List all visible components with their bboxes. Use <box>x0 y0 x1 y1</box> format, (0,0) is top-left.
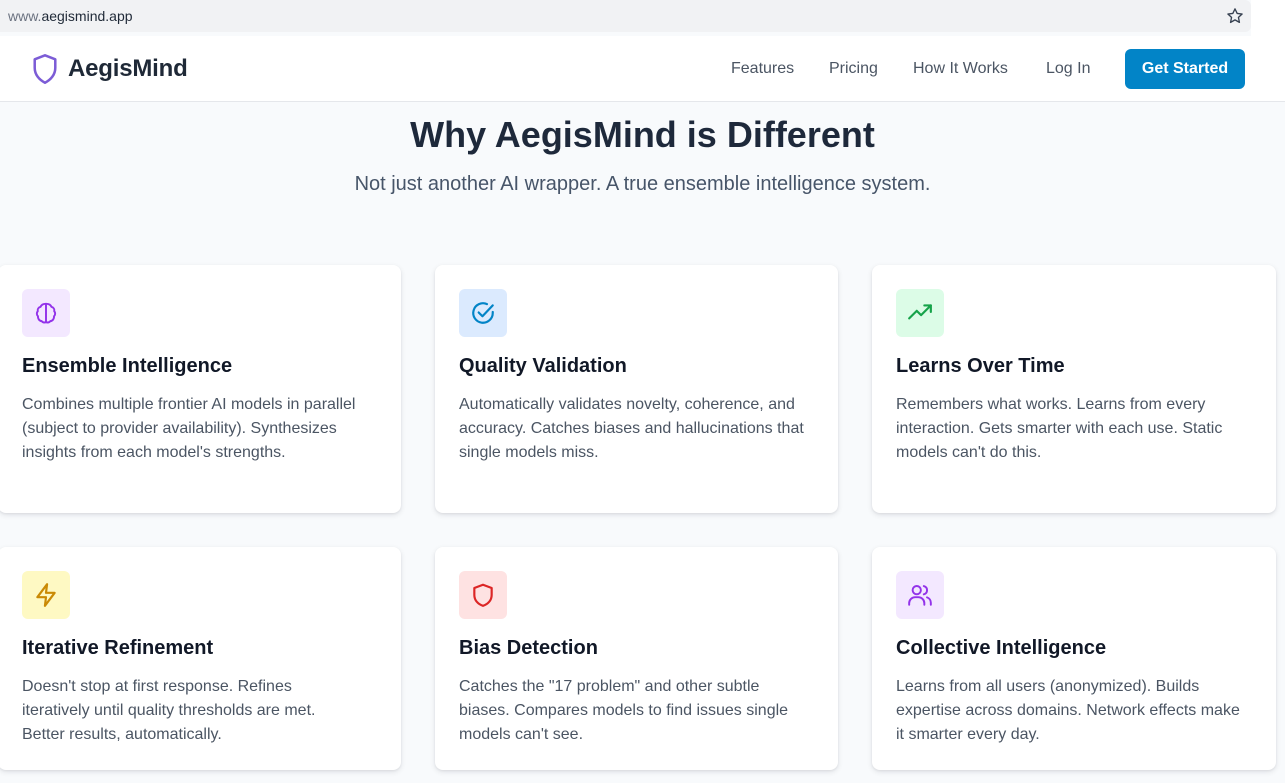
nav-link-pricing[interactable]: Pricing <box>829 60 878 78</box>
feature-description: Doesn't stop at first response. Refines … <box>22 678 316 743</box>
feature-icon-box <box>459 571 507 619</box>
feature-icon-box <box>896 289 944 337</box>
brand-name: AegisMind <box>68 55 188 82</box>
check-circle-icon <box>472 302 494 324</box>
feature-card-learns-over-time: Learns Over Time Remembers what works. L… <box>872 265 1276 513</box>
brand-logo-link[interactable]: AegisMind <box>31 53 188 85</box>
nav-link-features[interactable]: Features <box>731 60 794 78</box>
feature-icon-box <box>459 289 507 337</box>
get-started-button[interactable]: Get Started <box>1125 49 1245 89</box>
feature-title: Bias Detection <box>459 637 598 659</box>
url-prefix: www. <box>8 8 42 24</box>
url-text[interactable]: www.aegismind.app <box>0 8 133 24</box>
feature-description: Combines multiple frontier AI models in … <box>22 396 356 461</box>
section-title: Why AegisMind is Different <box>410 114 875 155</box>
feature-description: Learns from all users (anonymized). Buil… <box>896 678 1240 743</box>
feature-icon-box <box>22 289 70 337</box>
nav-link-how-it-works[interactable]: How It Works <box>913 60 1008 78</box>
shield-icon <box>33 54 57 84</box>
site-header: AegisMind Features Pricing How It Works … <box>0 36 1285 102</box>
feature-card-quality-validation: Quality Validation Automatically validat… <box>435 265 838 513</box>
section-subtitle: Not just another AI wrapper. A true ense… <box>354 173 931 195</box>
feature-title: Ensemble Intelligence <box>22 355 233 377</box>
feature-title: Learns Over Time <box>896 355 1065 377</box>
nav-link-log-in[interactable]: Log In <box>1046 60 1090 78</box>
feature-card-iterative-refinement: Iterative Refinement Doesn't stop at fir… <box>0 547 401 770</box>
feature-description: Catches the "17 problem" and other subtl… <box>459 678 789 743</box>
lightning-icon <box>36 583 56 607</box>
address-bar[interactable]: www.aegismind.app <box>0 0 1251 32</box>
feature-description: Remembers what works. Learns from every … <box>896 396 1223 461</box>
feature-icon-box <box>22 571 70 619</box>
feature-card-ensemble-intelligence: Ensemble Intelligence Combines multiple … <box>0 265 401 513</box>
url-domain: aegismind.app <box>41 8 133 24</box>
feature-card-bias-detection: Bias Detection Catches the "17 problem" … <box>435 547 838 770</box>
trending-up-icon <box>908 304 932 320</box>
shield-icon <box>473 583 493 607</box>
browser-toolbar-edge <box>1251 0 1285 36</box>
feature-description: Automatically validates novelty, coheren… <box>459 396 804 461</box>
feature-title: Collective Intelligence <box>896 637 1107 659</box>
users-icon <box>908 585 932 606</box>
feature-card-collective-intelligence: Collective Intelligence Learns from all … <box>872 547 1276 770</box>
feature-icon-box <box>896 571 944 619</box>
star-icon[interactable] <box>1226 7 1244 25</box>
feature-title: Iterative Refinement <box>22 637 214 659</box>
brain-icon <box>35 302 57 324</box>
feature-title: Quality Validation <box>459 355 627 377</box>
